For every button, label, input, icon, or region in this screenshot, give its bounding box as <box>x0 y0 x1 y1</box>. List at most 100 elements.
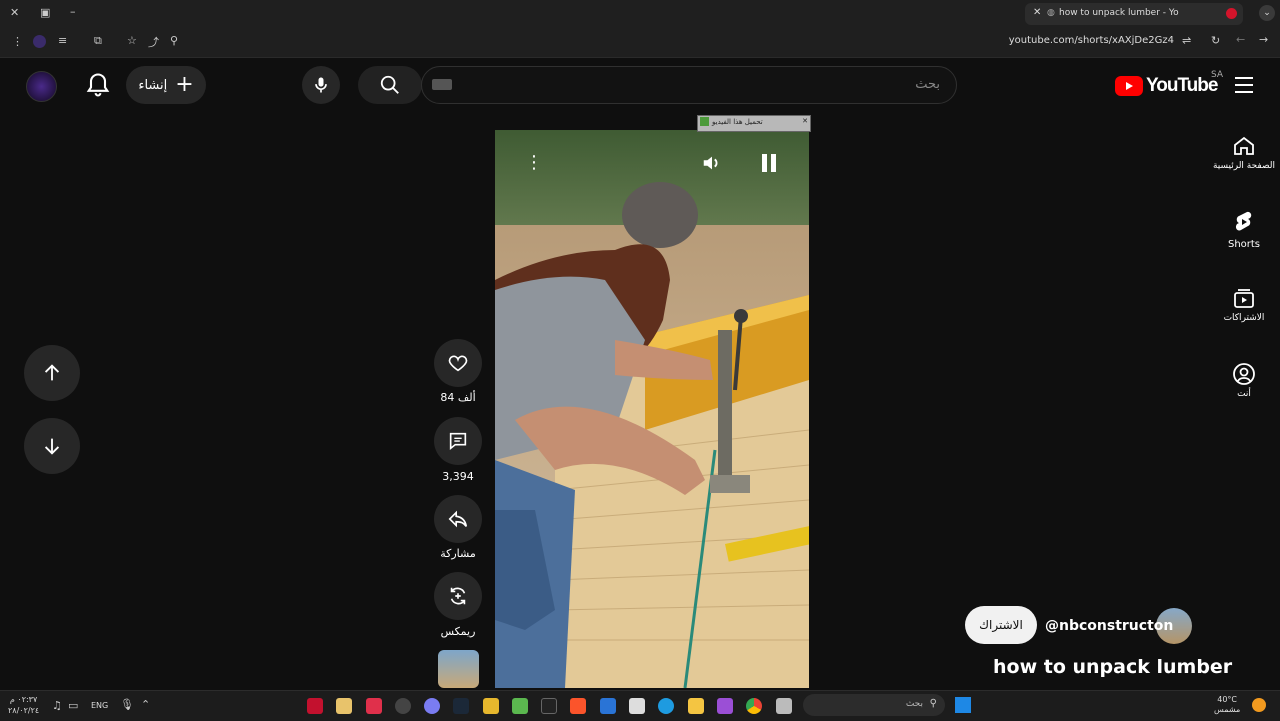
browser-tab[interactable]: ✕ ◍ how to unpack lumber - Yo <box>1025 3 1243 25</box>
browser-tab-bar: ✕ ▣ – + ✕ ◍ how to unpack lumber - Yo ⌄ <box>0 0 1280 27</box>
taskbar-clock[interactable]: ٠٢:٣٧ م ٢٨/٠٢/٢٤ <box>8 694 39 716</box>
window-icon[interactable]: ▣ <box>40 6 50 19</box>
reload-icon[interactable]: ↻ <box>1211 34 1220 47</box>
app-icon-1[interactable] <box>307 698 323 714</box>
site-settings-icon[interactable]: ⇌ <box>1182 34 1191 47</box>
mail-icon[interactable] <box>600 698 616 714</box>
share-icon <box>448 510 468 528</box>
edge-icon[interactable] <box>658 698 674 714</box>
download-bar-label: تحميل هذا الفيديو <box>712 118 763 126</box>
app-icon-8[interactable] <box>512 698 528 714</box>
file-explorer-icon[interactable] <box>688 698 704 714</box>
menu-dots-icon[interactable]: ⋮ <box>12 35 23 48</box>
sidebar-item-you[interactable]: أنت <box>1212 362 1276 399</box>
windows-start-icon[interactable] <box>955 697 971 713</box>
share-label: مشاركة <box>440 547 476 560</box>
shorts-video-player[interactable]: ⋮ <box>495 130 809 688</box>
create-button[interactable]: إنشاء + <box>126 66 206 104</box>
epic-games-icon[interactable] <box>541 698 557 714</box>
tray-overflow-icon[interactable]: ⌃ <box>141 698 150 711</box>
share-button[interactable] <box>434 495 482 543</box>
steam-icon[interactable] <box>453 698 469 714</box>
notifications-bell-icon[interactable] <box>84 71 112 99</box>
user-icon <box>1233 363 1255 385</box>
youtube-logo-text[interactable]: YouTube <box>1146 75 1218 97</box>
microphone-icon <box>315 77 327 93</box>
tab-search-icon[interactable]: ⌄ <box>1259 5 1275 21</box>
tab-title: how to unpack lumber - Yo <box>1059 8 1179 18</box>
extensions-icon[interactable]: ⧉ <box>94 34 102 48</box>
clock-time: ٠٢:٣٧ م <box>9 695 38 704</box>
youtube-logo-icon[interactable] <box>1115 76 1143 96</box>
taskbar-search[interactable]: ⚲ بحث <box>803 694 945 716</box>
app-icon-3[interactable] <box>366 698 382 714</box>
previous-short-button[interactable] <box>24 345 80 401</box>
speaker-icon[interactable]: ♫ <box>52 699 62 712</box>
app-icon-7[interactable] <box>483 698 499 714</box>
clock-date: ٢٨/٠٢/٢٤ <box>8 706 40 715</box>
app-icon-2[interactable] <box>336 698 352 714</box>
plus-icon: + <box>175 72 194 97</box>
url-field[interactable]: youtube.com/shorts/xAXjDe2Gz4 <box>980 35 1174 46</box>
store-icon[interactable] <box>629 698 645 714</box>
language-indicator[interactable]: ENG <box>91 701 108 710</box>
remix-button[interactable] <box>434 572 482 620</box>
tab-close-icon[interactable]: ✕ <box>1033 7 1041 18</box>
remix-icon <box>450 587 466 605</box>
region-code: SA <box>1211 70 1224 80</box>
account-avatar[interactable] <box>26 71 57 102</box>
sidebar-item-subscriptions[interactable]: الاشتراكات <box>1212 286 1276 323</box>
reading-list-icon[interactable]: ≡ <box>58 34 67 47</box>
back-arrow-icon[interactable]: ← <box>1236 33 1245 46</box>
hamburger-menu-icon[interactable] <box>1234 76 1254 94</box>
sidebar-item-label: الصفحة الرئيسية <box>1212 161 1276 171</box>
sidebar-item-label: أنت <box>1237 389 1251 399</box>
create-label: إنشاء <box>138 77 168 93</box>
forward-arrow-icon[interactable]: → <box>1259 33 1268 46</box>
sidebar-item-home[interactable]: الصفحة الرئيسية <box>1212 134 1276 171</box>
profile-avatar-icon[interactable] <box>33 35 46 48</box>
share-page-icon[interactable]: ⤴ <box>148 34 159 50</box>
sidebar-item-shorts[interactable]: Shorts <box>1212 210 1276 250</box>
network-icon[interactable]: ▭ <box>68 699 78 712</box>
tab-favicon-icon: ◍ <box>1047 8 1055 18</box>
app-icon-4[interactable] <box>395 698 411 714</box>
download-icon <box>700 117 709 126</box>
like-button[interactable] <box>434 339 482 387</box>
arrow-up-icon <box>44 364 60 381</box>
audio-thumbnail[interactable] <box>438 650 479 688</box>
voice-search-button[interactable] <box>302 66 340 104</box>
taskbar-search-icon: ⚲ <box>929 698 937 709</box>
chrome-icon[interactable] <box>746 698 762 714</box>
more-options-icon[interactable]: ⋮ <box>525 152 543 173</box>
mic-tray-icon[interactable]: 🎙 <box>120 698 134 711</box>
keyboard-icon[interactable] <box>432 79 452 90</box>
bookmark-star-icon[interactable]: ☆ <box>127 34 137 47</box>
pause-icon[interactable] <box>759 152 779 174</box>
channel-handle[interactable]: @nbconstructon <box>1045 618 1173 634</box>
search-button[interactable] <box>358 66 422 104</box>
discord-icon[interactable] <box>424 698 440 714</box>
app-icon-16[interactable] <box>776 698 792 714</box>
sidebar-item-label: الاشتراكات <box>1223 313 1265 323</box>
video-download-bar[interactable]: تحميل هذا الفيديو ✕ <box>697 115 811 132</box>
minimize-icon[interactable]: – <box>70 5 76 18</box>
next-short-button[interactable] <box>24 418 80 474</box>
comments-button[interactable] <box>434 417 482 465</box>
app-icon-14[interactable] <box>717 698 733 714</box>
close-window-icon[interactable]: ✕ <box>10 6 19 19</box>
search-input[interactable]: بحث <box>421 66 957 104</box>
recording-indicator-icon <box>1226 8 1237 19</box>
zoom-icon[interactable]: ⚲ <box>170 34 178 47</box>
sidebar-item-label: Shorts <box>1227 239 1261 250</box>
subscribe-button[interactable]: الاشتراك <box>965 606 1037 644</box>
download-bar-close-icon[interactable]: ✕ <box>802 117 808 125</box>
brave-icon[interactable] <box>570 698 586 714</box>
search-icon <box>380 75 399 94</box>
volume-icon[interactable] <box>701 152 723 174</box>
video-title[interactable]: how to unpack lumber <box>993 656 1232 678</box>
weather-widget[interactable]: 40°C مشمس <box>1214 695 1240 715</box>
weather-condition: مشمس <box>1214 705 1241 714</box>
sun-icon <box>1252 698 1266 712</box>
arrow-down-icon <box>44 438 60 455</box>
